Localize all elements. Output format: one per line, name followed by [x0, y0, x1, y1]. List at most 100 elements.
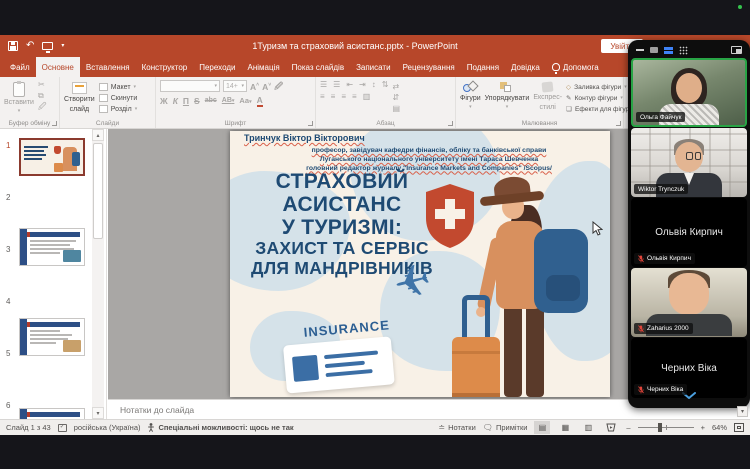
- bold-button[interactable]: Ж: [160, 96, 168, 106]
- copy-icon[interactable]: ⧉: [38, 91, 47, 100]
- fit-slide-to-window-icon[interactable]: [734, 423, 744, 432]
- change-case-button[interactable]: Аа▾: [239, 96, 251, 107]
- strikethrough-button[interactable]: S: [194, 96, 200, 106]
- font-name-select[interactable]: ▾: [160, 80, 220, 92]
- tab-view[interactable]: Подання: [461, 57, 505, 77]
- popout-layout-icon[interactable]: [731, 46, 742, 54]
- reading-view-button[interactable]: ▥: [580, 421, 596, 434]
- participant-tile[interactable]: Wiktor Trynczuk: [631, 128, 747, 197]
- scroll-down-icon[interactable]: ▾: [92, 407, 104, 419]
- tab-transitions[interactable]: Переходи: [193, 57, 241, 77]
- cut-icon[interactable]: ✂: [38, 80, 47, 89]
- reset-button[interactable]: Скинути: [99, 94, 138, 102]
- slide-thumbnail-panel: 1 2 3 4: [0, 129, 107, 419]
- clear-formatting-button[interactable]: 🖉: [274, 81, 283, 91]
- participant-tile[interactable]: Ольвія Кирпич Ольвія Кирпич: [631, 198, 747, 267]
- grow-font-button[interactable]: А˄: [250, 80, 259, 92]
- layout-button[interactable]: Макет▾: [99, 83, 138, 91]
- editor-scroll-down-icon[interactable]: ▾: [737, 406, 748, 417]
- bullets-icon[interactable]: ☰: [320, 80, 327, 89]
- tab-help[interactable]: Допомога: [546, 57, 605, 77]
- align-center-icon[interactable]: ≡: [331, 92, 336, 101]
- shadow-button[interactable]: abc: [205, 96, 217, 106]
- save-icon[interactable]: [8, 41, 18, 51]
- scrollbar-thumb[interactable]: [93, 143, 103, 239]
- slideshow-view-button[interactable]: [603, 421, 619, 434]
- thumbnail-scrollbar[interactable]: ▴ ▾: [92, 129, 104, 419]
- slide-sorter-view-button[interactable]: ▦: [557, 421, 573, 434]
- paragraph-dialog-launcher[interactable]: [448, 121, 453, 126]
- current-slide[interactable]: Тринчук Віктор Вікторович професор, заві…: [230, 131, 610, 397]
- font-color-button[interactable]: А: [257, 95, 263, 107]
- tab-record[interactable]: Записати: [350, 57, 397, 77]
- lightbulb-icon: [552, 63, 560, 71]
- undo-icon[interactable]: ↶: [26, 41, 34, 51]
- format-painter-icon[interactable]: 🖉: [38, 102, 47, 111]
- tab-review[interactable]: Рецензування: [397, 57, 461, 77]
- align-left-icon[interactable]: ≡: [320, 92, 325, 101]
- slide-thumbnail-3[interactable]: [19, 318, 85, 356]
- ribbon-group-paragraph: ☰ ☰ ⇤ ⇥ ↕ ⇅ ≡ ≡ ≡ ≡ ▥: [316, 77, 456, 128]
- justify-icon[interactable]: ≡: [352, 92, 357, 101]
- shapes-button[interactable]: Фігури ▾: [460, 80, 481, 110]
- tab-insert[interactable]: Вставлення: [80, 57, 136, 77]
- quick-styles-button[interactable]: Експрес- стилі: [533, 80, 562, 111]
- participant-tile[interactable]: Ольга Файчук: [631, 58, 747, 127]
- zoom-slider[interactable]: [638, 427, 694, 428]
- new-slide-button[interactable]: Створити слайд: [64, 80, 95, 113]
- character-spacing-button[interactable]: АВ▾: [222, 96, 235, 106]
- italic-button[interactable]: К: [173, 96, 178, 106]
- clipboard-dialog-launcher[interactable]: [52, 121, 57, 126]
- slide-thumbnail-4[interactable]: [19, 408, 85, 419]
- spellcheck-icon[interactable]: [58, 424, 67, 432]
- text-options-icon[interactable]: ▤: [392, 104, 400, 113]
- strip-view-icon[interactable]: [664, 47, 673, 54]
- numbering-icon[interactable]: ☰: [333, 80, 340, 89]
- suitcase-shape: [452, 337, 500, 397]
- zoom-slider-handle[interactable]: [658, 423, 662, 432]
- align-text-icon[interactable]: ⇵: [392, 93, 400, 102]
- paste-button[interactable]: Вставити ▾: [4, 80, 34, 114]
- accessibility-status[interactable]: Спеціальні можливості: щось не так: [147, 423, 293, 432]
- zoom-out-button[interactable]: –: [626, 423, 630, 432]
- tab-file[interactable]: Файл: [4, 57, 36, 77]
- convert-smartart-icon[interactable]: ⇄: [392, 82, 400, 91]
- notes-toggle-button[interactable]: ≐ Нотатки: [438, 423, 475, 432]
- comments-toggle-button[interactable]: 🗨 Примітки: [483, 423, 528, 432]
- arrange-button[interactable]: Упорядкувати ▾: [485, 80, 530, 110]
- normal-view-button[interactable]: ▤: [534, 421, 550, 434]
- font-size-select[interactable]: 14+▾: [223, 80, 247, 92]
- tab-slideshow[interactable]: Показ слайдів: [286, 57, 350, 77]
- increase-indent-icon[interactable]: ⇥: [359, 80, 366, 89]
- text-direction-icon[interactable]: ⇅: [382, 80, 389, 89]
- line-spacing-icon[interactable]: ↕: [372, 80, 376, 89]
- underline-button[interactable]: П: [183, 96, 189, 106]
- participant-tile[interactable]: Zaharius 2000: [631, 268, 747, 337]
- tab-home[interactable]: Основне: [36, 57, 80, 77]
- window-title: 1Туризм та страховий асистанс.pptx - Pow…: [120, 41, 590, 51]
- slide-thumbnail-2[interactable]: [19, 228, 85, 266]
- align-right-icon[interactable]: ≡: [341, 92, 346, 101]
- shrink-font-button[interactable]: А˅: [262, 80, 271, 92]
- columns-icon[interactable]: ▥: [363, 92, 371, 101]
- start-slideshow-icon[interactable]: [42, 42, 53, 50]
- section-button[interactable]: Розділ▾: [99, 105, 138, 113]
- scroll-up-icon[interactable]: ▴: [92, 129, 104, 141]
- participant-name-label: Ольга Файчук: [636, 112, 685, 122]
- drawing-dialog-launcher[interactable]: [616, 121, 621, 126]
- font-dialog-launcher[interactable]: [308, 121, 313, 126]
- participant-name-label: Wiktor Trynczuk: [634, 184, 688, 194]
- gallery-view-icon[interactable]: [679, 46, 688, 55]
- speaker-view-icon[interactable]: [650, 47, 658, 53]
- customize-qat-icon[interactable]: ▾: [61, 41, 64, 51]
- shield-cross-icon: [423, 183, 477, 254]
- decrease-indent-icon[interactable]: ⇤: [346, 80, 353, 89]
- tab-animations[interactable]: Анімація: [241, 57, 285, 77]
- zoom-in-button[interactable]: +: [701, 423, 705, 432]
- language-indicator[interactable]: російська (Україна): [74, 423, 141, 432]
- zoom-level[interactable]: 64%: [712, 423, 727, 432]
- minimize-icon[interactable]: [636, 49, 644, 51]
- tab-reference[interactable]: Довідка: [505, 57, 546, 77]
- slide-thumbnail-1[interactable]: [19, 138, 85, 176]
- tab-design[interactable]: Конструктор: [136, 57, 194, 77]
